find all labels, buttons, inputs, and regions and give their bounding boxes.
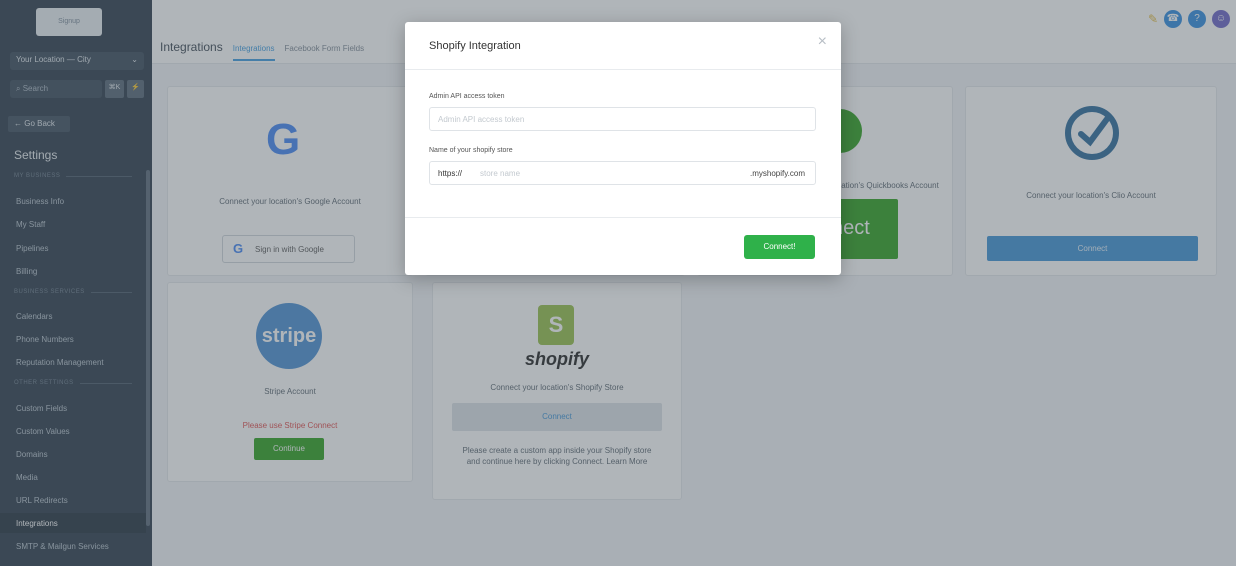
close-icon[interactable]: × (818, 33, 827, 51)
store-suffix: .myshopify.com (750, 169, 805, 178)
shopify-integration-modal: Shopify Integration × Admin API access t… (405, 22, 841, 275)
token-placeholder: Admin API access token (438, 115, 525, 124)
modal-footer-divider (405, 217, 841, 218)
connect-button[interactable]: Connect! (744, 235, 815, 259)
store-placeholder: store name (480, 169, 521, 178)
token-input[interactable]: Admin API access token (429, 107, 816, 131)
store-label: Name of your shopify store (429, 147, 513, 154)
store-name-input[interactable]: https:// store name .myshopify.com (429, 161, 816, 185)
token-label: Admin API access token (429, 93, 505, 100)
modal-title: Shopify Integration (405, 22, 841, 70)
store-prefix: https:// (438, 169, 463, 178)
